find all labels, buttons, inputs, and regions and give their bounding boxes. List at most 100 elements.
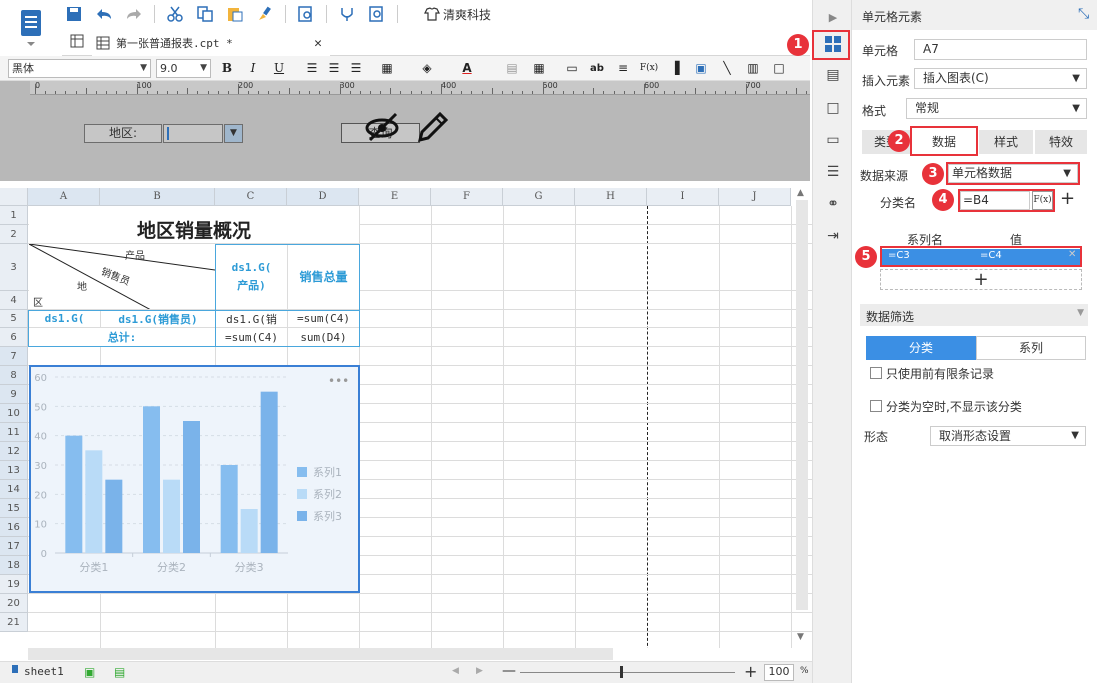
row-header-19[interactable]: 19: [0, 575, 28, 594]
cell-d3[interactable]: 销售总量: [288, 244, 359, 309]
column-header-B[interactable]: B: [100, 188, 215, 206]
row-header-15[interactable]: 15: [0, 499, 28, 518]
insert-row-icon[interactable]: ▭: [563, 59, 581, 77]
underline-button[interactable]: U: [270, 59, 288, 77]
row-header-1[interactable]: 1: [0, 206, 28, 225]
column-header-F[interactable]: F: [431, 188, 503, 206]
add-sheet-icon[interactable]: ▣: [84, 665, 95, 679]
form-select[interactable]: 取消形态设置 ▼: [930, 426, 1086, 446]
cell-field[interactable]: A7: [914, 39, 1087, 60]
tab-document[interactable]: 第一张普通报表.cpt * ✕: [92, 30, 330, 56]
add-icon[interactable]: +: [1060, 188, 1075, 209]
align-left-icon[interactable]: ☰: [303, 59, 321, 77]
border-icon[interactable]: ▦: [378, 59, 396, 77]
column-header-J[interactable]: J: [719, 188, 791, 206]
row-header-4[interactable]: 4: [0, 291, 28, 310]
hyperlink-icon[interactable]: ⚭: [822, 193, 844, 215]
add-poly-sheet-icon[interactable]: ▤: [114, 665, 125, 679]
row-header-21[interactable]: 21: [0, 613, 28, 632]
cell-d5[interactable]: sum(D4): [288, 328, 359, 346]
tab-effect[interactable]: 特效: [1035, 130, 1087, 154]
align-right-icon[interactable]: ☰: [347, 59, 365, 77]
hide-empty-checkbox[interactable]: [870, 400, 882, 412]
cell-a5[interactable]: 总计:: [29, 328, 215, 346]
row-header-14[interactable]: 14: [0, 480, 28, 499]
row-header-16[interactable]: 16: [0, 518, 28, 537]
column-header-G[interactable]: G: [503, 188, 575, 206]
cell-c4[interactable]: ds1.G(销: [216, 310, 287, 327]
font-color-icon[interactable]: A: [458, 59, 476, 77]
zoom-slider[interactable]: [520, 672, 735, 673]
cell-title[interactable]: 地区销量概况: [29, 206, 359, 243]
add-series-button[interactable]: +: [880, 269, 1082, 290]
formula-button[interactable]: F(x): [640, 59, 658, 77]
format-brush-icon[interactable]: [255, 4, 275, 24]
prev-icon[interactable]: ◀: [452, 666, 459, 676]
cell-diagonal-header[interactable]: 产品 销售员地区: [29, 244, 215, 309]
pin-icon[interactable]: ⤡: [1078, 6, 1089, 22]
corner-header[interactable]: [0, 188, 28, 206]
row-header-10[interactable]: 10: [0, 404, 28, 423]
column-header-D[interactable]: D: [287, 188, 359, 206]
image-icon[interactable]: ▣: [692, 59, 710, 77]
paste-icon[interactable]: [225, 4, 245, 24]
zoom-slider-handle[interactable]: [620, 666, 623, 678]
column-header-E[interactable]: E: [359, 188, 431, 206]
row-header-8[interactable]: 8: [0, 366, 28, 385]
column-header-C[interactable]: C: [215, 188, 287, 206]
row-header-11[interactable]: 11: [0, 423, 28, 442]
frame-icon[interactable]: □: [770, 59, 788, 77]
close-icon[interactable]: ✕: [314, 36, 322, 51]
save-icon[interactable]: [64, 4, 84, 24]
report-block-icon[interactable]: ▥: [744, 59, 762, 77]
cut-icon[interactable]: [165, 4, 185, 24]
table-icon[interactable]: ▦: [530, 59, 548, 77]
column-header-A[interactable]: A: [28, 188, 100, 206]
condition-icon[interactable]: ☰: [822, 161, 844, 183]
redo-icon[interactable]: [124, 4, 144, 24]
zoom-in-icon[interactable]: +: [744, 662, 757, 681]
cell-c3[interactable]: ds1.G( 产品): [216, 244, 287, 309]
cell-attr-icon[interactable]: ▤: [822, 64, 844, 86]
cell-b4[interactable]: ds1.G(销售员): [101, 310, 215, 327]
sheet-tab[interactable]: sheet1: [24, 665, 64, 678]
column-header-I[interactable]: I: [647, 188, 719, 206]
scroll-down-icon[interactable]: ▼: [797, 632, 804, 642]
pencil-icon[interactable]: [416, 110, 450, 147]
text-button[interactable]: ab: [588, 59, 606, 77]
format-select[interactable]: 常规 ▼: [906, 98, 1087, 119]
italic-button[interactable]: I: [244, 59, 262, 77]
cell-d4[interactable]: =sum(C4): [288, 310, 359, 327]
search-icon[interactable]: [367, 4, 387, 24]
row-header-7[interactable]: 7: [0, 347, 28, 366]
bar-chart[interactable]: 0 10 20 30 40 50 60 分类1 分类2 分类3 系列1 系列2 系列3 •••: [29, 365, 360, 593]
row-header-12[interactable]: 12: [0, 442, 28, 461]
row-header-5[interactable]: 5: [0, 310, 28, 328]
row-header-9[interactable]: 9: [0, 385, 28, 404]
filter-tab-series[interactable]: 系列: [976, 336, 1086, 360]
row-header-3[interactable]: 3: [0, 244, 28, 291]
region-input[interactable]: [163, 124, 223, 143]
column-header-H[interactable]: H: [575, 188, 647, 206]
row-header-6[interactable]: 6: [0, 328, 28, 347]
wrap-icon[interactable]: ≡: [614, 59, 632, 77]
float-element-icon[interactable]: □: [822, 97, 844, 119]
debug-icon[interactable]: [337, 4, 357, 24]
preview-icon[interactable]: [296, 4, 316, 24]
chart-icon[interactable]: ▐: [666, 59, 684, 77]
collapse-arrow-icon[interactable]: ▶: [822, 6, 844, 28]
filter-tab-category[interactable]: 分类: [866, 336, 976, 360]
scroll-up-icon[interactable]: ▲: [797, 188, 804, 198]
row-header-18[interactable]: 18: [0, 556, 28, 575]
spreadsheet[interactable]: A B C D E F G H I J 1 2 3 4 5 6 7 8 9 10 11 12 13 14 15 16 17 18 19 2…: [0, 188, 812, 648]
align-center-icon[interactable]: ☰: [325, 59, 343, 77]
row-header-2[interactable]: 2: [0, 225, 28, 244]
undo-icon[interactable]: [94, 4, 114, 24]
import-icon[interactable]: ⇥: [822, 225, 844, 247]
cell-c5[interactable]: =sum(C4): [216, 328, 287, 346]
hidden-eye-icon[interactable]: [364, 110, 404, 147]
horizontal-scrollbar[interactable]: [28, 648, 613, 660]
zoom-out-icon[interactable]: —: [502, 663, 516, 679]
row-header-13[interactable]: 13: [0, 461, 28, 480]
filter-section-header[interactable]: 数据筛选 ▼: [860, 304, 1088, 326]
